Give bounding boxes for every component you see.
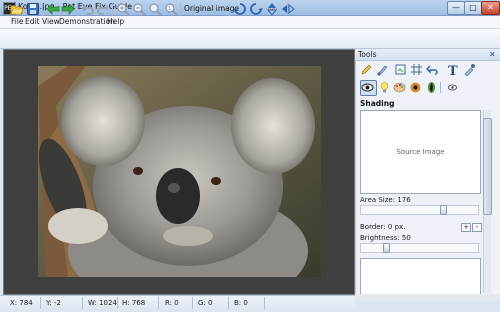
toolbar-separator [229, 3, 230, 16]
border-increase-button[interactable]: + [461, 223, 471, 232]
tools-horizontal-scrollbar[interactable] [355, 294, 500, 301]
status-separator [264, 297, 265, 309]
close-icon[interactable]: ✕ [489, 50, 496, 59]
options-box [360, 258, 481, 295]
toolbar-separator [180, 3, 181, 16]
pupil-icon[interactable] [425, 81, 438, 94]
status-red: R: 0 [165, 299, 179, 307]
iris-icon[interactable] [409, 81, 422, 94]
undo-icon[interactable] [81, 2, 95, 16]
small-eye-icon[interactable] [446, 81, 459, 94]
menu-edit[interactable]: Edit [25, 17, 40, 26]
status-x: X: 784 [10, 299, 33, 307]
svg-text:T: T [448, 64, 458, 76]
area-size-slider-thumb[interactable] [440, 205, 447, 215]
tools-panel-header [355, 49, 500, 61]
toolbar-separator [112, 3, 113, 16]
toolbar-separator [42, 3, 43, 16]
status-height: H: 768 [122, 299, 146, 307]
koala-photo[interactable] [38, 66, 321, 277]
svg-text:1: 1 [168, 6, 171, 12]
original-image-button[interactable]: Original image [184, 4, 239, 13]
brightness-label: Brightness: 50 [360, 234, 411, 242]
area-size-label: Area Size: 176 [360, 196, 411, 204]
status-blue: B: 0 [234, 299, 248, 307]
status-separator [117, 297, 118, 309]
redo-icon[interactable] [96, 2, 110, 16]
status-separator [158, 297, 159, 309]
tools-scrollbar-thumb[interactable] [483, 118, 492, 215]
menu-help[interactable]: Help [107, 17, 124, 26]
lightbulb-icon[interactable] [378, 81, 391, 94]
menu-view[interactable]: View [42, 17, 60, 26]
status-separator [40, 297, 41, 309]
undo-tool-icon[interactable] [426, 63, 439, 76]
status-separator [192, 297, 193, 309]
rotate-left-icon[interactable] [233, 2, 247, 16]
tools-panel-title: Tools [358, 50, 377, 59]
text-icon[interactable]: T [447, 63, 460, 79]
grid-icon[interactable] [410, 63, 423, 76]
preview-placeholder: Source Image [396, 148, 445, 156]
open-icon[interactable] [10, 2, 24, 16]
toolbar [0, 29, 500, 49]
flip-horizontal-icon[interactable] [281, 2, 295, 16]
minimize-button[interactable]: — [447, 1, 465, 15]
brightness-slider[interactable] [360, 243, 479, 253]
area-size-slider[interactable] [360, 205, 479, 215]
brightness-slider-thumb[interactable] [383, 243, 390, 253]
forward-arrow-icon[interactable] [61, 2, 75, 16]
status-y: Y: -2 [46, 299, 61, 307]
border-decrease-button[interactable]: - [472, 223, 482, 232]
save-icon[interactable] [26, 2, 40, 16]
status-separator [228, 297, 229, 309]
palette-icon[interactable] [393, 81, 406, 94]
back-arrow-icon[interactable] [46, 2, 60, 16]
eye-icon[interactable] [361, 81, 374, 94]
close-button[interactable]: ✕ [481, 1, 500, 15]
status-width: W: 1024 [88, 299, 117, 307]
section-title: Shading [360, 99, 395, 108]
crop-icon[interactable] [394, 63, 407, 76]
zoom-out-icon[interactable] [132, 2, 146, 16]
flip-vertical-icon[interactable] [265, 2, 279, 16]
maximize-button[interactable]: □ [464, 1, 482, 15]
rotate-right-icon[interactable] [249, 2, 263, 16]
pencil-icon[interactable] [360, 63, 373, 76]
border-label: Border: 0 px. [360, 223, 406, 231]
eyedropper-icon[interactable] [463, 63, 476, 77]
tools-separator [440, 82, 441, 93]
status-green: G: 0 [198, 299, 213, 307]
status-separator [82, 297, 83, 309]
brush-icon[interactable] [376, 63, 389, 76]
toolbar-separator [77, 3, 78, 16]
menu-file[interactable]: File [11, 17, 24, 26]
zoom-in-icon[interactable] [116, 2, 130, 16]
zoom-actual-icon[interactable]: 1 [164, 2, 178, 16]
zoom-fit-icon[interactable] [148, 2, 162, 16]
